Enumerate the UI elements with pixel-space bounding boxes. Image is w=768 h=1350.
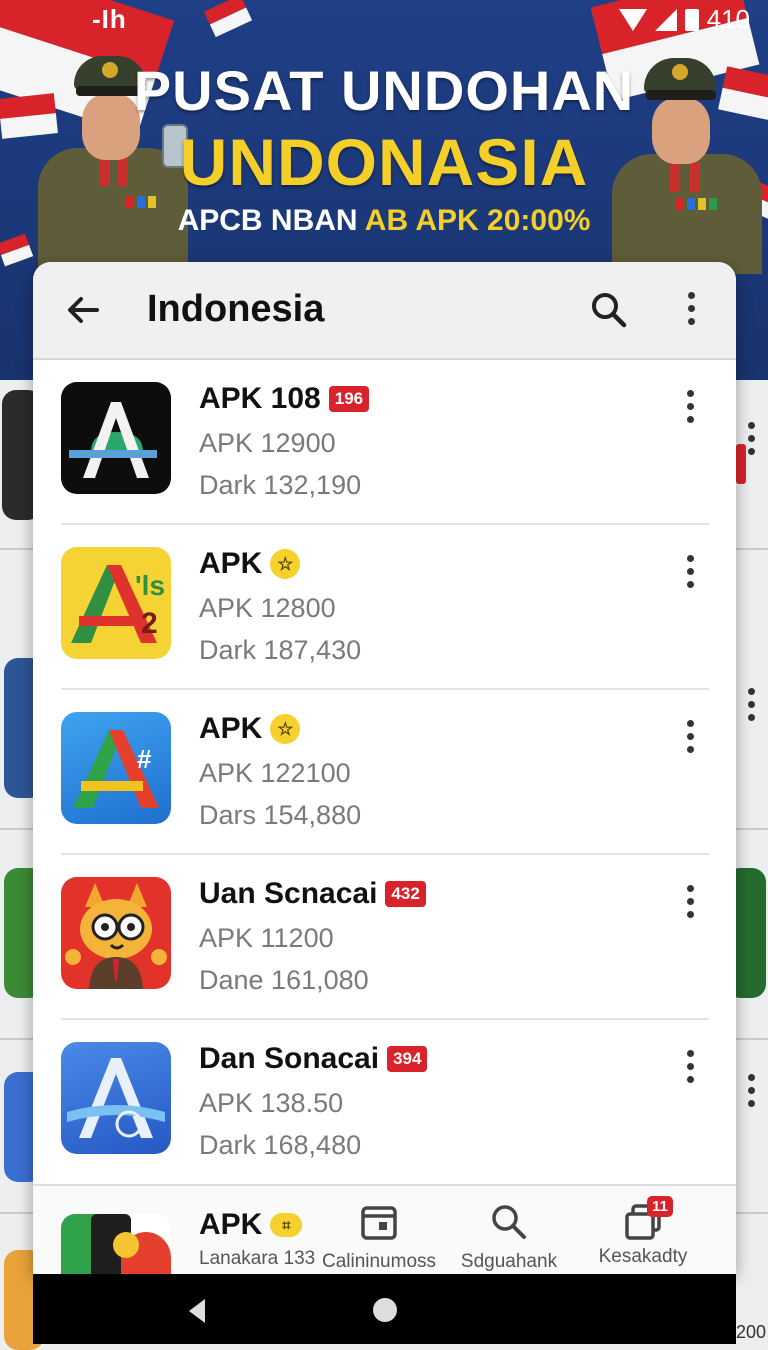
app-name-text: APK [199, 547, 263, 580]
nav-label: Calininumoss [321, 1251, 437, 1272]
search-icon[interactable] [589, 290, 629, 330]
row-more-icon[interactable] [687, 885, 694, 918]
apk-a-icon [61, 382, 171, 494]
app-downloads: Dark 132,190 [199, 470, 362, 500]
banner-subtitle-white: APCB NBAN [177, 204, 365, 237]
star-badge-icon: ☆ [270, 714, 301, 744]
nav-item-calininumoss[interactable]: Calininumoss [319, 1186, 439, 1276]
star-badge-icon: ⌗ [270, 1213, 303, 1237]
apk-a-blue-icon: # [61, 712, 171, 824]
battery-icon [684, 8, 699, 31]
banner-title-line2: UNDONASIA [179, 125, 589, 199]
app-version: APK 122100 [199, 758, 351, 788]
list-item[interactable]: 'ls 2 APK ☆ APK 12800 Dark 187,430 [33, 525, 736, 690]
partial-app-icon [61, 1214, 171, 1276]
system-back-icon[interactable] [189, 1299, 205, 1323]
svg-text:'ls: 'ls [135, 570, 165, 601]
svg-text:2: 2 [141, 607, 158, 640]
nav-label: Sdguahank [460, 1251, 558, 1272]
app-name-text: Dan Sonacai [199, 1042, 380, 1075]
bg-more-icon [746, 1074, 756, 1107]
bg-app-icon [736, 444, 746, 484]
count-badge: 196 [328, 386, 370, 412]
app-name: Dan Sonacai 394 [199, 1042, 428, 1076]
app-version: APK 12800 [199, 593, 336, 623]
app-name-text: APK [199, 712, 263, 745]
nav-item-kesakadty[interactable]: 11 Kesakadty [583, 1186, 703, 1276]
more-options-icon[interactable] [679, 292, 703, 328]
list-item[interactable]: APK 108 196 APK 12900 Dark 132,190 [33, 360, 736, 525]
flag-decoration [0, 233, 34, 267]
row-more-icon[interactable] [687, 720, 694, 753]
app-bar: Indonesia [33, 262, 736, 360]
banner-subtitle-yellow: AB APK 20:00% [364, 204, 591, 237]
wifi-icon [618, 8, 647, 31]
system-home-icon[interactable] [373, 1298, 397, 1322]
app-name-text: Uan Scnacai [199, 877, 378, 910]
partial-app-sub: Lanakara 133 [199, 1248, 316, 1269]
apk-a-ribbon-icon [61, 1042, 171, 1154]
count-badge: 432 [385, 881, 426, 907]
star-badge-icon: ☆ [270, 549, 301, 579]
app-version: APK 11200 [199, 923, 334, 953]
search-icon [492, 1205, 526, 1239]
svg-text:#: # [137, 744, 152, 774]
list-item[interactable]: Uan Scnacai 432 APK 11200 Dane 161,080 [33, 855, 736, 1020]
library-icon: 11 [623, 1196, 673, 1242]
row-more-icon[interactable] [687, 555, 694, 588]
back-arrow-icon[interactable] [63, 290, 103, 330]
row-more-icon[interactable] [687, 390, 694, 423]
page-title: Indonesia [147, 288, 325, 330]
bottom-navigation: APK ⌗ Lanakara 133 Calininumoss Sdguahan… [33, 1184, 736, 1276]
app-downloads: Dane 161,080 [199, 965, 369, 995]
bg-corner-text: 200 [736, 1322, 767, 1342]
banner-subtitle: APCB NBAN AB APK 20:00% [0, 204, 768, 238]
count-badge: 394 [387, 1046, 428, 1072]
app-version: APK 12900 [199, 428, 336, 458]
bg-more-icon [746, 688, 756, 721]
system-navigation-bar [33, 1274, 736, 1344]
notification-badge: 11 [647, 1196, 673, 1217]
app-downloads: Dark 168,480 [199, 1130, 362, 1160]
app-name-text: APK 108 [199, 382, 321, 415]
app-name: APK ☆ [199, 547, 301, 581]
app-name: APK 108 196 [199, 382, 370, 416]
row-more-icon[interactable] [687, 1050, 694, 1083]
app-list-card: Indonesia APK 108 196 APK 12900 Dark 132… [33, 262, 736, 1274]
app-name: Uan Scnacai 432 [199, 877, 426, 911]
nav-label: Kesakadty [598, 1246, 688, 1267]
nav-item-search[interactable]: Sdguahank [449, 1186, 569, 1276]
bg-more-icon [746, 422, 756, 455]
status-bar: -Ih 410 [0, 0, 768, 40]
banner-title-line1: PUSAT UNDOHAN [133, 59, 635, 122]
owl-mascot-icon [61, 877, 171, 989]
app-downloads: Dars 154,880 [199, 800, 362, 830]
partial-app-name: APK ⌗ [199, 1208, 303, 1242]
app-name: APK ☆ [199, 712, 301, 746]
signal-icon [654, 8, 677, 31]
status-left-text: -Ih [92, 4, 127, 34]
app-version: APK 138.50 [199, 1088, 344, 1118]
calendar-icon [361, 1206, 397, 1240]
partial-app-name-text: APK [199, 1208, 263, 1241]
status-time: 410 [706, 4, 750, 34]
apk-a-yellow-icon: 'ls 2 [61, 547, 171, 659]
list-item[interactable]: # APK ☆ APK 122100 Dars 154,880 [33, 690, 736, 855]
partial-list-item[interactable]: APK ⌗ Lanakara 133 [33, 1186, 323, 1276]
list-item[interactable]: Dan Sonacai 394 APK 138.50 Dark 168,480 [33, 1020, 736, 1185]
app-downloads: Dark 187,430 [199, 635, 362, 665]
